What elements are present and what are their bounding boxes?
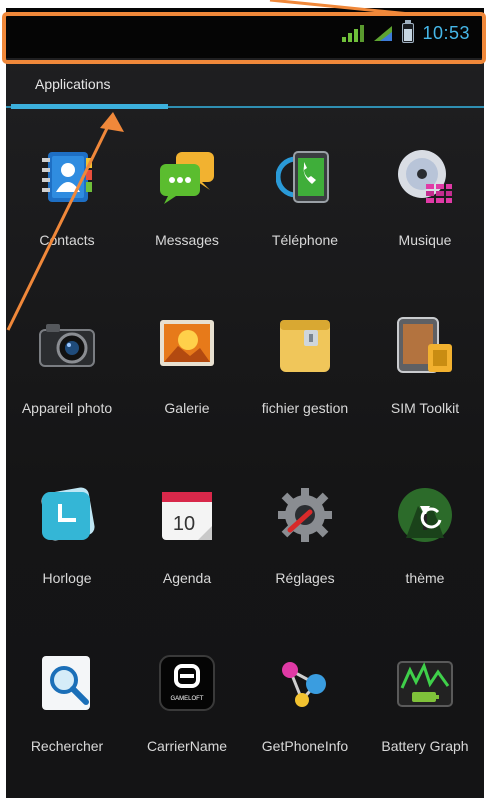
app-fichier-gestion[interactable]: fichier gestion	[246, 316, 364, 456]
app-telephone[interactable]: Téléphone	[246, 148, 364, 288]
tab-applications[interactable]: Applications	[35, 76, 111, 92]
app-label: thème	[405, 570, 445, 586]
app-label: Téléphone	[271, 232, 339, 248]
tab-bar: Applications	[6, 62, 484, 114]
phone-info-icon	[276, 654, 334, 712]
search-icon	[38, 654, 96, 712]
app-label: Horloge	[42, 570, 92, 586]
app-label: GetPhoneInfo	[261, 738, 349, 754]
carrier-logo-text: GAMELOFT	[170, 696, 203, 702]
battery-graph-icon	[396, 654, 454, 712]
status-icons: 10:53	[342, 20, 470, 44]
app-battery-graph[interactable]: Battery Graph	[366, 654, 484, 794]
contacts-icon	[38, 148, 96, 206]
app-horloge[interactable]: Horloge	[8, 486, 126, 626]
clock-icon	[38, 486, 96, 544]
app-galerie[interactable]: Galerie	[128, 316, 246, 456]
app-label: Rechercher	[30, 738, 104, 754]
app-musique[interactable]: Musique	[366, 148, 484, 288]
wifi-icon	[372, 24, 394, 42]
app-label: SIM Toolkit	[390, 400, 460, 416]
app-appareil-photo[interactable]: Appareil photo	[8, 316, 126, 456]
theme-icon	[396, 486, 454, 544]
app-label: Musique	[398, 232, 452, 248]
signal-icon	[342, 24, 365, 42]
app-label: Messages	[155, 232, 219, 248]
app-label: Battery Graph	[381, 738, 469, 754]
phone-icon	[275, 148, 334, 206]
app-label: CarrierName	[146, 738, 228, 754]
app-label: Réglages	[275, 570, 335, 586]
battery-icon	[402, 20, 415, 43]
sim-toolkit-icon	[396, 316, 454, 374]
gallery-icon	[158, 316, 216, 374]
app-carriername[interactable]: GAMELOFT CarrierName	[128, 654, 246, 794]
calendar-day: 10	[173, 513, 195, 535]
app-agenda[interactable]: 10 Agenda	[128, 486, 246, 626]
app-sim-toolkit[interactable]: SIM Toolkit	[366, 316, 484, 456]
app-label: Agenda	[162, 570, 212, 586]
app-contacts[interactable]: Contacts	[8, 148, 126, 288]
tab-active-indicator	[11, 104, 168, 109]
app-rechercher[interactable]: Rechercher	[8, 654, 126, 794]
app-getphoneinfo[interactable]: GetPhoneInfo	[246, 654, 364, 794]
camera-icon	[38, 316, 96, 374]
file-manager-icon	[276, 316, 334, 374]
music-icon	[396, 148, 454, 206]
app-label: Appareil photo	[21, 400, 113, 416]
status-time: 10:53	[422, 22, 470, 43]
app-label: fichier gestion	[261, 400, 349, 416]
phone-screen: 10:53 Applications Contacts Messages Tél…	[6, 8, 484, 798]
app-reglages[interactable]: Réglages	[246, 486, 364, 626]
status-bar: 10:53	[6, 8, 484, 58]
app-theme[interactable]: thème	[366, 486, 484, 626]
messages-icon	[158, 148, 216, 206]
app-messages[interactable]: Messages	[128, 148, 246, 288]
app-label: Contacts	[39, 232, 95, 248]
app-label: Galerie	[164, 400, 210, 416]
calendar-icon: 10	[158, 486, 216, 544]
settings-icon	[276, 486, 334, 544]
carriername-icon: GAMELOFT	[158, 654, 216, 712]
